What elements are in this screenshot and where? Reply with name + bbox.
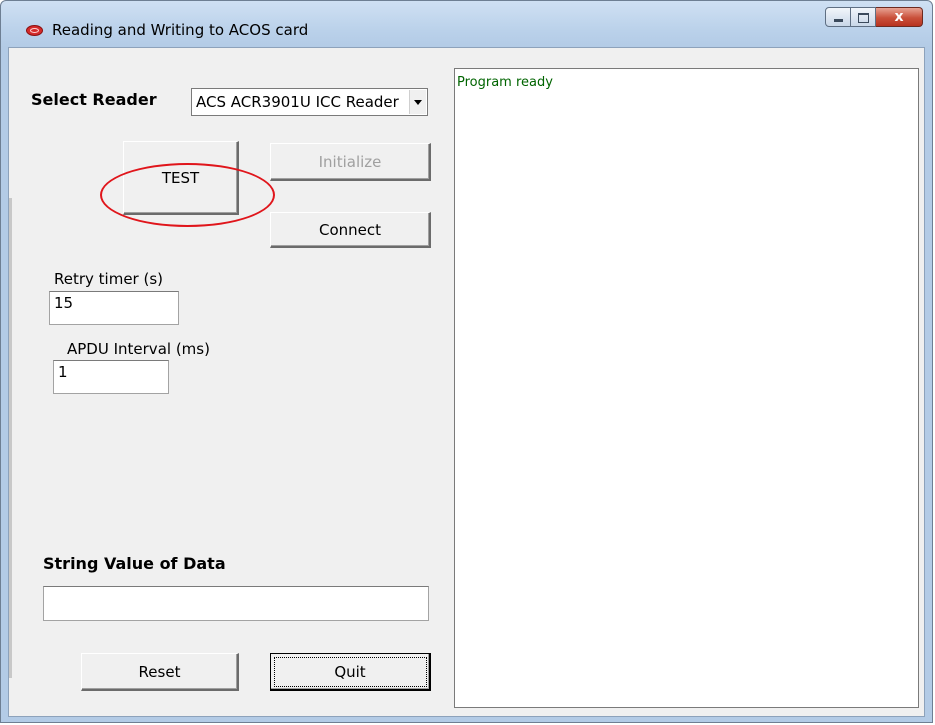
caption-buttons: x	[825, 7, 923, 29]
string-value-field[interactable]	[43, 586, 429, 621]
log-output-box[interactable]: Program ready	[454, 68, 919, 708]
apdu-interval-value: 1	[58, 363, 68, 381]
left-edge-divider	[9, 198, 12, 678]
minimize-icon	[834, 19, 843, 22]
retry-timer-field[interactable]: 15	[49, 291, 179, 325]
chevron-down-icon[interactable]	[409, 90, 426, 114]
connect-button[interactable]: Connect	[270, 212, 431, 248]
minimize-button[interactable]	[825, 7, 851, 27]
reader-select-value: ACS ACR3901U ICC Reader	[196, 93, 399, 111]
client-area: Select Reader ACS ACR3901U ICC Reader TE…	[8, 47, 925, 717]
select-reader-label: Select Reader	[31, 90, 157, 109]
test-button[interactable]: TEST	[123, 141, 239, 215]
acs-app-icon[interactable]	[26, 25, 43, 36]
quit-button[interactable]: Quit	[270, 653, 431, 691]
log-line: Program ready	[457, 75, 553, 90]
close-button[interactable]: x	[876, 7, 923, 27]
app-window: Reading and Writing to ACOS card x Selec…	[0, 0, 933, 723]
close-icon: x	[894, 9, 904, 25]
maximize-button[interactable]	[851, 7, 876, 27]
window-title: Reading and Writing to ACOS card	[52, 21, 309, 39]
title-bar[interactable]: Reading and Writing to ACOS card x	[1, 1, 932, 47]
initialize-button[interactable]: Initialize	[270, 143, 431, 181]
string-value-label: String Value of Data	[43, 554, 226, 573]
reader-select[interactable]: ACS ACR3901U ICC Reader	[191, 88, 428, 116]
apdu-interval-label: APDU Interval (ms)	[67, 340, 210, 358]
reset-button[interactable]: Reset	[81, 653, 239, 691]
test-button-label: TEST	[161, 168, 200, 187]
maximize-icon	[858, 13, 869, 23]
apdu-interval-field[interactable]: 1	[53, 360, 169, 394]
quit-button-label: Quit	[334, 662, 366, 681]
retry-timer-label: Retry timer (s)	[54, 270, 164, 288]
initialize-button-label: Initialize	[318, 152, 382, 171]
reset-button-label: Reset	[138, 662, 181, 681]
retry-timer-value: 15	[54, 294, 74, 312]
connect-button-label: Connect	[318, 220, 382, 239]
